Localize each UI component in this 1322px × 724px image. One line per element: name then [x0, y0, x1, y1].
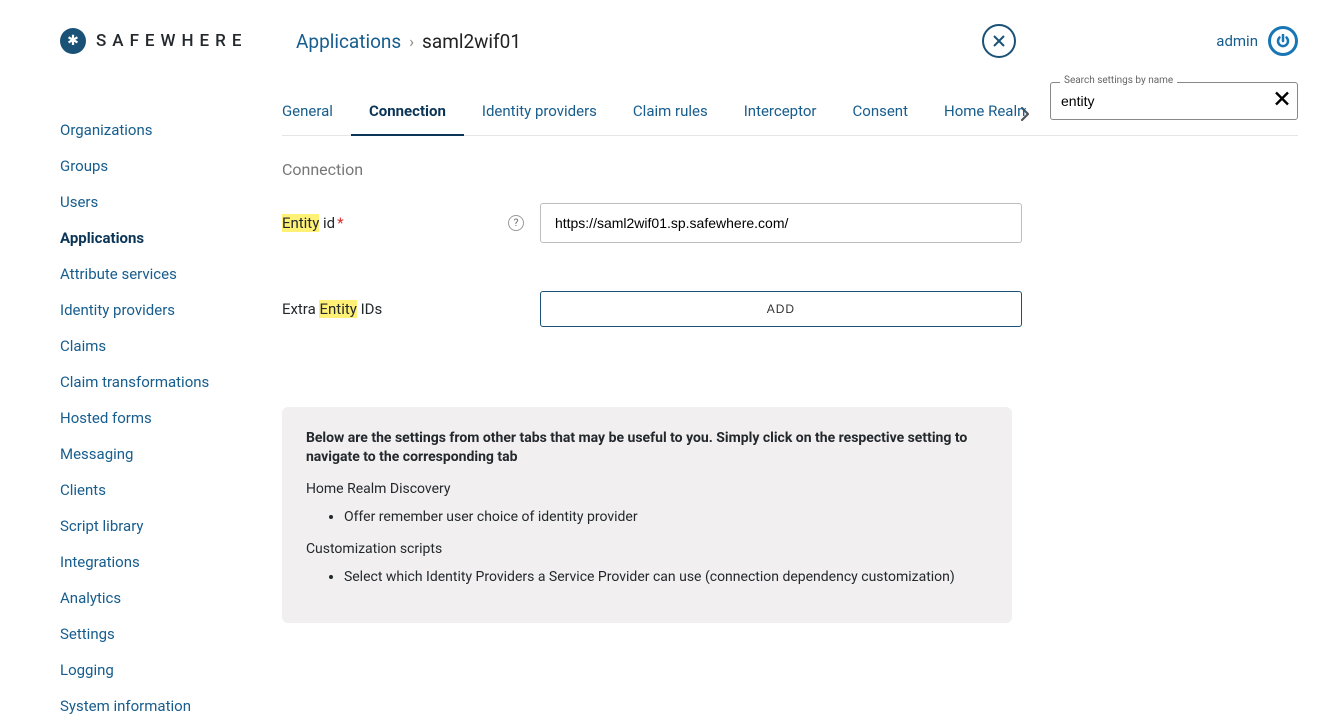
- required-marker: *: [335, 214, 343, 232]
- highlight-text: Entity: [319, 300, 356, 318]
- section-title: Connection: [282, 136, 1298, 203]
- entity-id-row: Entity id* ?: [282, 203, 1298, 243]
- extra-entity-ids-row: Extra Entity IDs ADD: [282, 291, 1298, 327]
- tab-home-realm[interactable]: Home Realm: [926, 92, 1026, 135]
- current-user[interactable]: admin: [1216, 32, 1258, 50]
- brand-name: SAFEWHERE: [96, 31, 247, 51]
- sidebar-item-organizations[interactable]: Organizations: [60, 112, 282, 148]
- tab-claim-rules[interactable]: Claim rules: [615, 92, 726, 135]
- sidebar-item-logging[interactable]: Logging: [60, 652, 282, 688]
- infobox-section-title: Home Realm Discovery: [306, 481, 988, 497]
- chevron-right-icon: ›: [409, 32, 414, 51]
- infobox-link-list: Offer remember user choice of identity p…: [306, 507, 988, 527]
- brand-logo[interactable]: ✱ SAFEWHERE: [60, 28, 296, 54]
- tab-interceptor[interactable]: Interceptor: [726, 92, 835, 135]
- sidebar-item-attribute-services[interactable]: Attribute services: [60, 256, 282, 292]
- breadcrumb: Applications › saml2wif01: [296, 30, 982, 53]
- sidebar: OrganizationsGroupsUsersApplicationsAttr…: [0, 64, 282, 724]
- tabs: GeneralConnectionIdentity providersClaim…: [282, 92, 1298, 136]
- breadcrumb-root[interactable]: Applications: [296, 30, 401, 53]
- tab-general[interactable]: General: [282, 92, 351, 135]
- close-icon: [1274, 91, 1290, 107]
- close-icon: [991, 33, 1007, 49]
- sidebar-item-identity-providers[interactable]: Identity providers: [60, 292, 282, 328]
- close-button[interactable]: [982, 24, 1016, 58]
- search-label: Search settings by name: [1060, 75, 1177, 86]
- help-icon[interactable]: ?: [508, 215, 524, 231]
- power-icon: [1276, 34, 1290, 48]
- sidebar-item-applications[interactable]: Applications: [60, 220, 282, 256]
- related-settings-box: Below are the settings from other tabs t…: [282, 407, 1012, 623]
- sidebar-item-clients[interactable]: Clients: [60, 472, 282, 508]
- extra-entity-ids-label: Extra Entity IDs: [282, 300, 508, 318]
- infobox-link-list: Select which Identity Providers a Servic…: [306, 567, 988, 587]
- search-input[interactable]: [1050, 82, 1298, 120]
- breadcrumb-current: saml2wif01: [422, 30, 521, 53]
- add-extra-entity-id-button[interactable]: ADD: [540, 291, 1022, 327]
- entity-id-input[interactable]: [540, 203, 1022, 243]
- infobox-link[interactable]: Offer remember user choice of identity p…: [344, 507, 988, 527]
- power-button[interactable]: [1268, 26, 1298, 56]
- search-settings: Search settings by name: [1050, 82, 1298, 120]
- sidebar-item-integrations[interactable]: Integrations: [60, 544, 282, 580]
- infobox-heading: Below are the settings from other tabs t…: [306, 429, 988, 467]
- infobox-section-title: Customization scripts: [306, 541, 988, 557]
- sidebar-item-settings[interactable]: Settings: [60, 616, 282, 652]
- sidebar-item-claims[interactable]: Claims: [60, 328, 282, 364]
- sidebar-item-script-library[interactable]: Script library: [60, 508, 282, 544]
- sidebar-item-groups[interactable]: Groups: [60, 148, 282, 184]
- tab-identity-providers[interactable]: Identity providers: [464, 92, 615, 135]
- entity-id-label: Entity id*: [282, 214, 508, 232]
- sidebar-item-messaging[interactable]: Messaging: [60, 436, 282, 472]
- snowflake-icon: ✱: [60, 28, 86, 54]
- sidebar-item-hosted-forms[interactable]: Hosted forms: [60, 400, 282, 436]
- search-clear-button[interactable]: [1274, 91, 1290, 112]
- sidebar-item-analytics[interactable]: Analytics: [60, 580, 282, 616]
- sidebar-item-users[interactable]: Users: [60, 184, 282, 220]
- tab-consent[interactable]: Consent: [835, 92, 927, 135]
- sidebar-item-claim-transformations[interactable]: Claim transformations: [60, 364, 282, 400]
- highlight-text: Entity: [282, 214, 319, 232]
- tab-connection[interactable]: Connection: [351, 92, 464, 136]
- infobox-link[interactable]: Select which Identity Providers a Servic…: [344, 567, 988, 587]
